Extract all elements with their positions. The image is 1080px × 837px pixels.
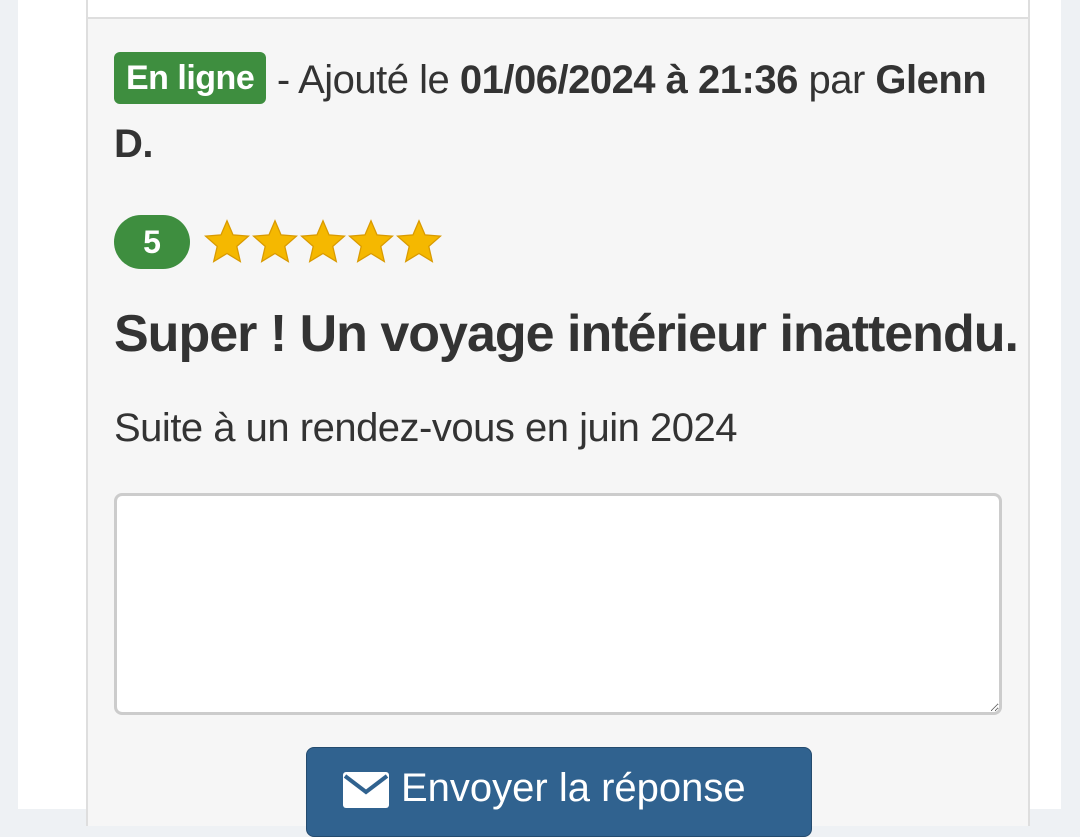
star-icon	[252, 219, 298, 263]
review-datetime: 01/06/2024 à 21:36	[459, 58, 798, 102]
envelope-icon	[343, 772, 389, 808]
star-icon	[348, 219, 394, 263]
rating-row: 5	[114, 215, 442, 269]
reply-textarea[interactable]	[114, 493, 1002, 715]
review-title: Super ! Un voyage intérieur inattendu.	[114, 305, 1019, 363]
by-label: par	[797, 58, 876, 102]
page: En ligne - Ajouté le 01/06/2024 à 21:36 …	[18, 0, 1061, 837]
visit-context: Suite à un rendez-vous en juin 2024	[114, 406, 737, 450]
added-prefix: - Ajouté le	[266, 58, 460, 102]
review-meta: En ligne - Ajouté le 01/06/2024 à 21:36 …	[114, 48, 994, 176]
send-reply-button[interactable]: Envoyer la réponse	[306, 747, 812, 837]
star-icon	[204, 219, 250, 263]
send-button-label: Envoyer la réponse	[401, 766, 746, 810]
review-card: En ligne - Ajouté le 01/06/2024 à 21:36 …	[86, 0, 1030, 837]
previous-card-edge	[88, 0, 1028, 19]
star-icon	[396, 219, 442, 263]
rating-stars	[202, 217, 442, 267]
status-badge: En ligne	[114, 52, 267, 104]
rating-badge: 5	[114, 215, 190, 269]
star-icon	[300, 219, 346, 263]
